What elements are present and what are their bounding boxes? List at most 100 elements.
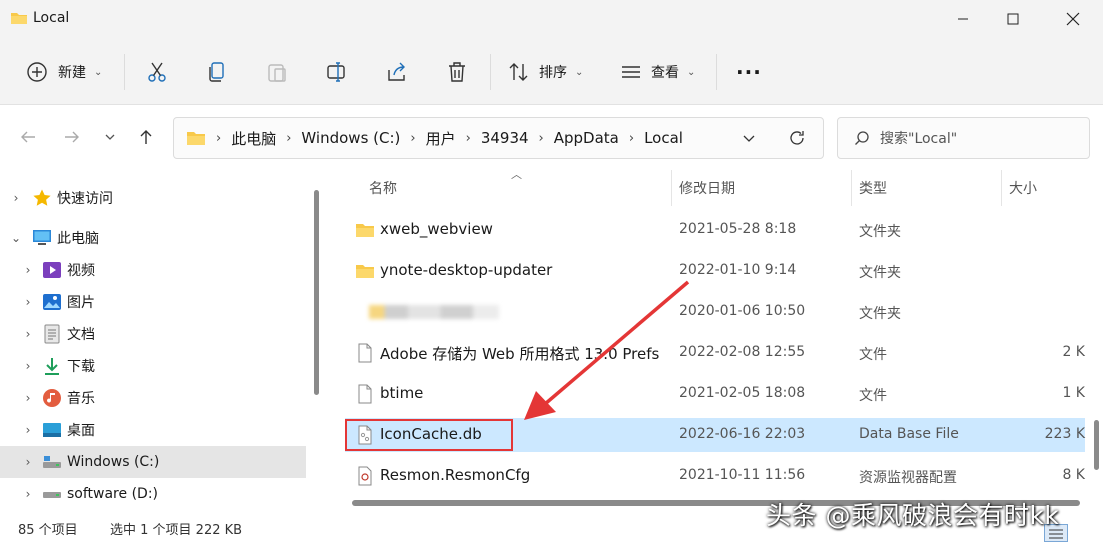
paste-button[interactable] bbox=[266, 52, 288, 92]
vertical-scrollbar[interactable] bbox=[1094, 420, 1099, 470]
table-row[interactable]: ynote-desktop-updater 2022-01-10 9:14 文件… bbox=[345, 254, 1085, 288]
new-label: 新建 bbox=[58, 65, 86, 81]
breadcrumb-separator: › bbox=[410, 130, 416, 146]
refresh-button[interactable] bbox=[788, 129, 806, 151]
column-divider bbox=[851, 170, 852, 206]
toolbar-divider bbox=[716, 54, 717, 90]
chevron-down-icon: ⌄ bbox=[687, 66, 696, 78]
file-date: 2021-10-11 11:56 bbox=[679, 467, 806, 483]
folder-icon bbox=[356, 265, 374, 278]
sidebar-item-quick-access[interactable]: › 快速访问 bbox=[0, 182, 306, 214]
table-row[interactable]: Adobe 存储为 Web 所用格式 13.0 Prefs 2022-02-08… bbox=[345, 336, 1085, 370]
breadcrumb-item[interactable]: Windows (C:) bbox=[301, 129, 400, 147]
delete-button[interactable] bbox=[446, 52, 468, 92]
address-bar[interactable]: › 此电脑 › Windows (C:) › 用户 › 34934 › AppD… bbox=[173, 117, 824, 159]
sidebar-scrollbar[interactable] bbox=[314, 190, 319, 395]
file-date: 2022-02-08 12:55 bbox=[679, 344, 806, 360]
new-button[interactable]: 新建 ⌄ bbox=[26, 52, 102, 92]
chevron-right-icon: › bbox=[25, 263, 31, 277]
recent-locations-button[interactable] bbox=[96, 123, 124, 151]
document-icon bbox=[44, 324, 60, 344]
chevron-right-icon: › bbox=[25, 487, 31, 501]
watermark-text: 头条 @乘风破浪会有时kk bbox=[766, 501, 1060, 530]
sidebar-item-pictures[interactable]: › 图片 bbox=[0, 286, 306, 318]
column-divider bbox=[671, 170, 672, 206]
column-divider bbox=[1001, 170, 1002, 206]
sidebar-item-downloads[interactable]: › 下载 bbox=[0, 350, 306, 382]
command-bar: 新建 ⌄ 排序 ⌄ 查看 ⌄ ··· bbox=[0, 40, 1103, 105]
sidebar-item-label: 此电脑 bbox=[57, 231, 99, 247]
up-button[interactable] bbox=[132, 123, 160, 151]
sort-button[interactable]: 排序 ⌄ bbox=[508, 52, 583, 92]
file-size: 8 K bbox=[1062, 467, 1085, 483]
file-type: 文件夹 bbox=[859, 224, 901, 240]
file-date: 2021-02-05 18:08 bbox=[679, 385, 806, 401]
copy-icon bbox=[209, 62, 224, 82]
chevron-right-icon: › bbox=[25, 423, 31, 437]
column-header-size[interactable]: 大小 bbox=[1009, 178, 1037, 198]
scissors-icon bbox=[148, 62, 166, 82]
breadcrumb-item[interactable]: AppData bbox=[554, 129, 619, 147]
copy-button[interactable] bbox=[206, 52, 228, 92]
sidebar-item-label: 图片 bbox=[67, 295, 95, 311]
file-size: 223 K bbox=[1044, 426, 1085, 442]
sidebar-item-windows-c[interactable]: › Windows (C:) bbox=[0, 446, 306, 478]
back-button[interactable] bbox=[14, 123, 42, 151]
file-name: xweb_webview bbox=[380, 220, 493, 238]
more-icon: ··· bbox=[736, 60, 762, 84]
chevron-down-icon bbox=[105, 134, 115, 140]
chevron-right-icon: › bbox=[25, 359, 31, 373]
sidebar-item-label: 桌面 bbox=[67, 423, 95, 439]
column-header-name[interactable]: 名称 bbox=[369, 178, 397, 198]
rename-button[interactable] bbox=[326, 52, 348, 92]
table-row[interactable]: Resmon.ResmonCfg 2021-10-11 11:56 资源监视器配… bbox=[345, 459, 1085, 493]
file-date: 2021-05-28 8:18 bbox=[679, 221, 797, 237]
breadcrumb-item[interactable]: 34934 bbox=[481, 129, 529, 147]
table-row[interactable]: btime 2021-02-05 18:08 文件 1 K bbox=[345, 377, 1085, 411]
sidebar-item-videos[interactable]: › 视频 bbox=[0, 254, 306, 286]
table-row[interactable]: xweb_webview 2021-05-28 8:18 文件夹 bbox=[345, 213, 1085, 247]
sidebar-item-desktop[interactable]: › 桌面 bbox=[0, 414, 306, 446]
sort-ascending-icon: ︿ bbox=[511, 170, 522, 181]
breadcrumb-item[interactable]: Local bbox=[644, 129, 683, 147]
cut-button[interactable] bbox=[146, 52, 168, 92]
chevron-right-icon: › bbox=[25, 391, 31, 405]
search-placeholder: 搜索"Local" bbox=[880, 131, 958, 147]
star-icon bbox=[33, 189, 51, 206]
sort-icon bbox=[509, 63, 528, 81]
refresh-icon bbox=[790, 131, 804, 145]
maximize-button[interactable] bbox=[990, 0, 1036, 38]
maximize-icon bbox=[1007, 13, 1019, 25]
annotation-highlight-box bbox=[345, 419, 513, 451]
item-count: 85 个项目 bbox=[18, 523, 78, 538]
toolbar-divider bbox=[124, 54, 125, 90]
search-box[interactable]: 搜索"Local" bbox=[837, 117, 1090, 159]
close-button[interactable] bbox=[1050, 0, 1096, 38]
sidebar-item-music[interactable]: › 音乐 bbox=[0, 382, 306, 414]
title-bar: Local bbox=[0, 0, 1103, 40]
sort-label: 排序 bbox=[539, 65, 567, 81]
breadcrumb-item[interactable]: 用户 bbox=[426, 128, 456, 149]
table-row[interactable]: 2020-01-06 10:50 文件夹 bbox=[345, 295, 1085, 329]
folder-icon bbox=[187, 132, 205, 145]
breadcrumb-item[interactable]: 此电脑 bbox=[231, 128, 276, 149]
sidebar-item-this-pc[interactable]: ⌄ 此电脑 bbox=[0, 222, 306, 254]
more-button[interactable]: ··· bbox=[736, 52, 762, 92]
breadcrumb-separator: › bbox=[628, 130, 635, 146]
address-dropdown-button[interactable] bbox=[742, 131, 756, 149]
file-icon bbox=[358, 384, 372, 404]
file-list: ︿ 名称 修改日期 类型 大小 xweb_webview 2021-05-28 … bbox=[331, 170, 1103, 512]
view-label: 查看 bbox=[651, 65, 679, 81]
sidebar-item-software-d[interactable]: › software (D:) bbox=[0, 478, 306, 510]
forward-button[interactable] bbox=[58, 123, 86, 151]
drive-icon bbox=[43, 456, 61, 468]
sidebar-item-documents[interactable]: › 文档 bbox=[0, 318, 306, 350]
view-button[interactable]: 查看 ⌄ bbox=[620, 52, 695, 92]
file-type: 文件 bbox=[859, 347, 887, 363]
column-header-type[interactable]: 类型 bbox=[859, 178, 887, 198]
share-button[interactable] bbox=[386, 52, 408, 92]
column-header-date[interactable]: 修改日期 bbox=[679, 178, 735, 198]
minimize-button[interactable] bbox=[940, 0, 986, 38]
chevron-down-icon: ⌄ bbox=[94, 66, 103, 78]
chevron-right-icon: › bbox=[25, 327, 31, 341]
